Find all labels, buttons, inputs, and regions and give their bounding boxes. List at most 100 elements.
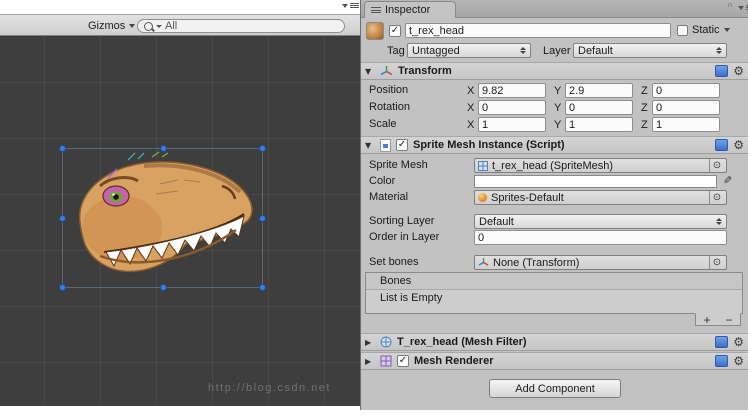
inspector-panel: Inspector Static Tag Untagged Layer [360,0,748,410]
selection-handle[interactable] [59,215,66,222]
transform-icon [380,65,393,75]
component-enabled-checkbox[interactable] [396,139,408,151]
static-dropdown[interactable]: Static [677,24,730,36]
selection-handle[interactable] [259,215,266,222]
hamburger-icon [350,3,359,8]
axis-x-label: X [467,85,475,97]
gameobject-name-input[interactable] [405,23,671,38]
material-value: Sprites-Default [491,191,564,204]
tag-label: Tag [387,45,405,57]
help-icon[interactable] [715,355,729,367]
inspector-tab-label: Inspector [385,4,431,16]
selection-handle[interactable] [59,145,66,152]
rotation-y-input[interactable] [565,100,633,115]
help-icon[interactable] [715,139,729,151]
inspector-tabbar: Inspector [361,0,748,18]
selection-handle[interactable] [259,145,266,152]
bones-list-header[interactable]: Bones [366,273,742,290]
gear-icon[interactable] [733,65,744,77]
scale-y-input[interactable] [565,117,633,132]
axis-z-label: Z [641,102,648,114]
gameobject-thumbnail[interactable] [366,22,384,40]
axis-x-label: X [467,102,475,114]
position-label: Position [369,84,409,96]
scale-row: Scale X Y Z [361,117,748,133]
foldout-icon[interactable] [365,141,375,150]
color-swatch[interactable] [474,175,717,188]
gizmos-dropdown[interactable]: Gizmos [84,18,139,34]
selection-handle[interactable] [59,284,66,291]
axis-x-label: X [467,119,475,131]
inspector-menu-icon[interactable] [738,5,748,10]
gear-icon[interactable] [733,336,744,348]
tag-value: Untagged [412,44,460,57]
selection-handle[interactable] [259,284,266,291]
selection-handle[interactable] [160,145,167,152]
order-in-layer-input[interactable] [474,230,727,245]
eyedropper-icon[interactable] [723,174,732,187]
sorting-layer-value: Default [479,215,514,228]
set-bones-object-field[interactable]: None (Transform) [474,255,727,270]
gear-icon[interactable] [733,355,744,367]
scale-x-input[interactable] [478,117,546,132]
scene-toolbar: Gizmos All [0,14,360,36]
sprite-mesh-value: t_rex_head (SpriteMesh) [492,159,614,172]
sprite-selection-box[interactable] [59,145,266,291]
component-enabled-checkbox[interactable] [397,355,409,367]
remove-bone-button[interactable]: − [725,314,732,326]
material-object-field[interactable]: Sprites-Default [474,190,727,205]
scene-view: Gizmos All [0,0,360,416]
mesh-filter-icon [380,336,392,348]
material-icon [478,193,487,202]
scene-search-input[interactable]: All [137,19,345,33]
add-component-button[interactable]: Add Component [489,379,621,398]
position-y-input[interactable] [565,83,633,98]
object-picker-icon[interactable] [709,191,724,204]
sorting-layer-label: Sorting Layer [369,215,435,227]
mesh-renderer-header[interactable]: Mesh Renderer [361,352,748,370]
search-scope-label: All [165,20,178,32]
gear-icon[interactable] [733,139,744,151]
scene-pane-menu-icon[interactable] [342,3,359,8]
mesh-filter-header[interactable]: T_rex_head (Mesh Filter) [361,333,748,351]
rotation-row: Rotation X Y Z [361,100,748,116]
help-icon[interactable] [715,65,729,77]
chevron-down-icon [738,5,744,10]
rotation-z-input[interactable] [652,100,720,115]
layer-dropdown[interactable]: Default [573,43,727,58]
tag-dropdown[interactable]: Untagged [407,43,531,58]
scale-z-input[interactable] [652,117,720,132]
add-component-label: Add Component [515,382,595,395]
object-picker-icon[interactable] [709,159,724,172]
chevron-down-icon [129,24,136,28]
material-label: Material [369,191,409,203]
sprite-mesh-object-field[interactable]: t_rex_head (SpriteMesh) [474,158,727,173]
sprite-mesh-instance-title: Sprite Mesh Instance (Script) [413,139,565,151]
mesh-filter-title: T_rex_head (Mesh Filter) [397,336,527,348]
foldout-icon[interactable] [365,338,375,347]
position-z-input[interactable] [652,83,720,98]
gameobject-active-checkbox[interactable] [389,25,401,37]
scene-viewport[interactable] [0,36,360,406]
selection-handle[interactable] [160,284,167,291]
add-bone-button[interactable]: + [703,314,710,326]
set-bones-row: Set bones None (Transform) [361,255,748,271]
rotation-x-input[interactable] [478,100,546,115]
static-checkbox[interactable] [677,24,688,36]
sorting-layer-row: Sorting Layer Default [361,214,748,230]
foldout-icon[interactable] [365,67,375,76]
transform-header[interactable]: Transform [361,62,748,80]
sprite-mesh-instance-header[interactable]: Sprite Mesh Instance (Script) [361,136,748,154]
transform-icon [478,258,489,266]
bones-empty-row: List is Empty [366,290,742,306]
tab-inspector[interactable]: Inspector [364,1,456,18]
chevron-down-icon [342,3,348,8]
axis-y-label: Y [554,119,562,131]
position-x-input[interactable] [478,83,546,98]
help-icon[interactable] [715,336,729,348]
object-picker-icon[interactable] [709,256,724,269]
set-bones-value: None (Transform) [493,256,580,269]
sorting-layer-dropdown[interactable]: Default [474,214,727,229]
foldout-icon[interactable] [365,357,375,366]
transform-title: Transform [398,65,452,77]
